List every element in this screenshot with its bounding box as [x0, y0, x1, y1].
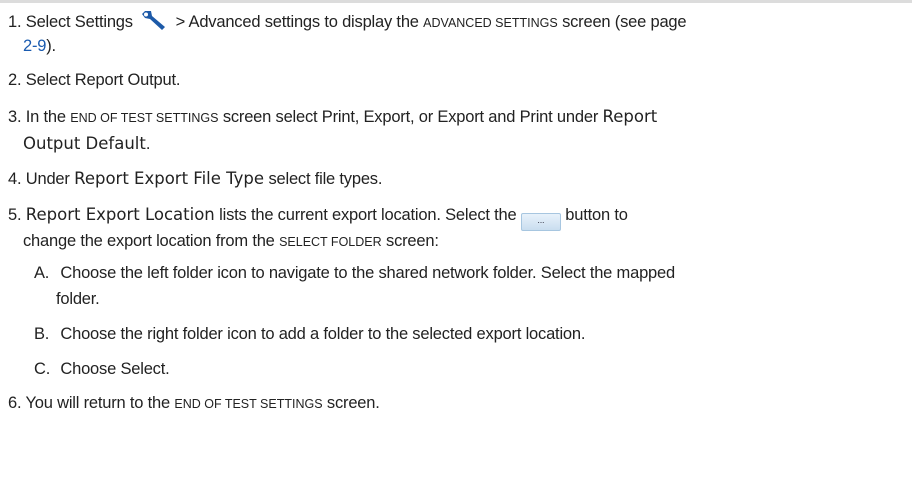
setting-name: Report: [602, 107, 658, 126]
step-2-line: 2. Select Report Output.: [8, 71, 181, 89]
substep-c-line: C. Choose Select.: [34, 360, 170, 378]
screen-name: Advanced settings: [423, 16, 558, 30]
setting-name: Output Default: [23, 134, 146, 153]
step-3-line-1: 3. In the End of Test Settings screen se…: [8, 107, 658, 126]
substep-b-line: B. Choose the right folder icon to add a…: [34, 325, 586, 343]
step-1-line-2: 2-9).: [23, 37, 56, 55]
substep-a-line-2: folder.: [56, 290, 100, 308]
step-number: 1.: [8, 13, 22, 31]
wrench-icon: [139, 8, 169, 38]
setting-name: Report Export Location: [25, 205, 215, 224]
browse-button[interactable]: ...: [520, 213, 561, 231]
step-4-line: 4. Under Report Export File Type select …: [8, 169, 383, 188]
step-5-line-1: 5. Report Export Location lists the curr…: [8, 204, 628, 231]
setting-name: Report Export File Type: [74, 169, 265, 188]
screen-name: End of Test Settings: [70, 111, 219, 125]
step-6-line: 6. You will return to the End of Test Se…: [8, 394, 380, 412]
screen-name: Select folder: [279, 235, 382, 249]
page-link[interactable]: 2-9: [23, 37, 46, 55]
top-rule: [0, 0, 912, 3]
step-3-line-2: Output Default.: [23, 134, 151, 153]
substep-a-line-1: A. Choose the left folder icon to naviga…: [34, 264, 675, 282]
screen-name: End of Test Settings: [174, 397, 323, 411]
step-1-line-1: 1. Select Settings > Advanced settings t…: [8, 8, 687, 38]
step-5-line-2: change the export location from the Sele…: [23, 232, 439, 250]
